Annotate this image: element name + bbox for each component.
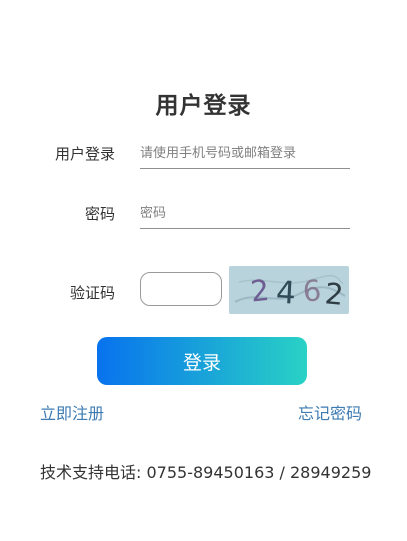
captcha-char-2: 4 (275, 275, 297, 312)
forgot-password-link[interactable]: 忘记密码 (298, 400, 362, 424)
support-phone: 0755-89450163 / 28949259 (146, 463, 372, 482)
captcha-char-4: 2 (324, 276, 345, 311)
support-label: 技术支持电话: (40, 463, 142, 482)
password-label: 密码 (84, 205, 115, 223)
captcha-image-graphic: 2 4 6 2 (234, 273, 346, 312)
username-label: 用户登录 (54, 145, 115, 163)
login-button[interactable]: 登录 (97, 337, 307, 385)
password-input[interactable] (140, 198, 350, 229)
username-input[interactable] (140, 138, 350, 169)
captcha-image[interactable]: 2 4 6 2 (229, 266, 349, 314)
captcha-char-3: 6 (302, 273, 323, 308)
support-contact: 技术支持电话: 0755-89450163 / 28949259 (40, 459, 371, 483)
page-title: 用户登录 (155, 93, 252, 119)
captcha-char-1: 2 (249, 273, 271, 309)
captcha-input[interactable] (140, 272, 222, 306)
register-link[interactable]: 立即注册 (40, 400, 104, 424)
captcha-label: 验证码 (69, 284, 115, 302)
